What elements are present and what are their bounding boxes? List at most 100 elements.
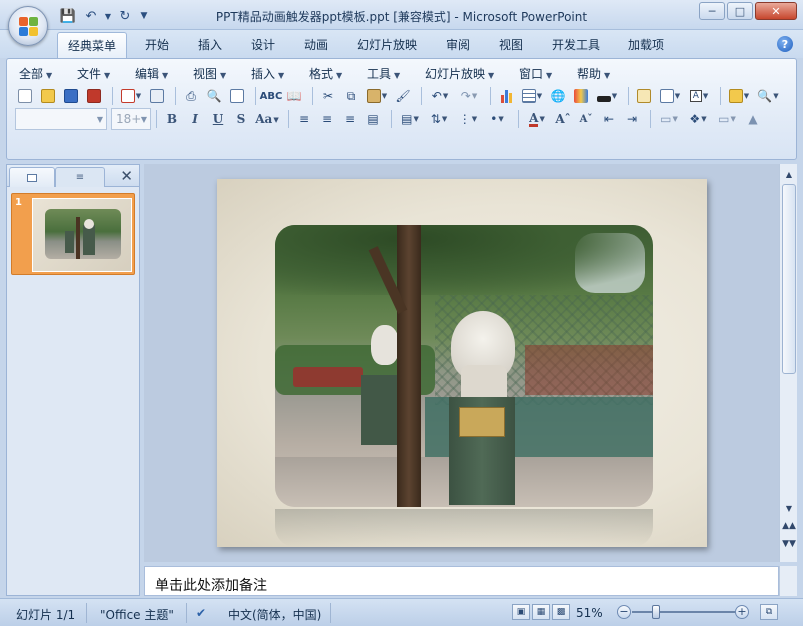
save-icon[interactable] [61,86,81,106]
publish-icon[interactable]: ▼ [118,86,144,106]
print-preview-icon[interactable]: 🔍 [204,86,224,106]
shapes-icon[interactable]: ▭ ▼ [656,109,682,129]
theme-name[interactable]: "Office 主题" [100,606,174,623]
scroll-up-icon[interactable]: ▲ [781,166,797,182]
new-slide-icon[interactable] [634,86,654,106]
tab-home[interactable]: 开始 [145,36,169,53]
zoom-level[interactable]: 51% [576,606,603,620]
font-size-combo[interactable]: 18+ ▼ [111,108,151,130]
copy-icon[interactable]: ⧉ [341,86,361,106]
color-grayscale-icon[interactable] [571,86,591,106]
vertical-scrollbar[interactable]: ▲ ▼ ▲▲ ▼▼ [779,164,797,562]
new-icon[interactable] [15,86,35,106]
text-direction-icon[interactable]: ⇅ ▼ [426,109,452,129]
language-indicator[interactable]: 中文(简体，中国) [228,606,321,623]
email-icon[interactable] [147,86,167,106]
columns-icon[interactable]: ▤ ▼ [397,109,423,129]
menu-tools[interactable]: 工具 ▼ [367,65,400,82]
menu-window[interactable]: 窗口 ▼ [519,65,552,82]
open-icon[interactable] [38,86,58,106]
shadow-icon[interactable]: S [231,109,251,129]
zoom-slider-thumb[interactable] [651,605,660,619]
tab-view[interactable]: 视图 [499,36,523,53]
tab-developer[interactable]: 开发工具 [552,36,600,53]
undo-icon[interactable]: ↶ ▼ [427,86,453,106]
redo-icon[interactable]: ↷ ▼ [456,86,482,106]
zoom-in-icon[interactable]: + [735,605,749,619]
slide-show-view-icon[interactable]: ▩ [552,604,570,620]
zoom-slider[interactable] [632,611,736,613]
change-case-icon[interactable]: Aa ▼ [254,109,280,129]
hyperlink-icon[interactable]: 🌐 [548,86,568,106]
decrease-indent-icon[interactable]: ⇤ [599,109,619,129]
text-box-icon[interactable]: A ▼ [686,86,712,106]
spell-check-icon[interactable]: ✔ [196,606,206,620]
research-icon[interactable]: 📖 [284,86,304,106]
shape-fill-icon[interactable]: ▲ [743,109,763,129]
align-center-icon[interactable]: ≡ [317,109,337,129]
tab-insert[interactable]: 插入 [198,36,222,53]
folder-icon[interactable]: ▼ [726,86,752,106]
shape-style-icon[interactable]: ▭ ▼ [714,109,740,129]
slide-view-icon[interactable] [227,86,247,106]
align-left-icon[interactable]: ≡ [294,109,314,129]
print-icon[interactable]: ⎙ [181,86,201,106]
next-slide-icon[interactable]: ▼▼ [781,536,797,552]
increase-indent-icon[interactable]: ⇥ [622,109,642,129]
insert-chart-icon[interactable] [496,86,516,106]
fill-color-icon[interactable]: ▼ [594,86,620,106]
justify-icon[interactable]: ▤ [363,109,383,129]
maximize-button[interactable]: □ [727,2,753,20]
tab-classic-menu[interactable]: 经典菜单 [57,32,128,58]
layout-icon[interactable]: ▼ [657,86,683,106]
menu-all[interactable]: 全部 ▼ [19,65,52,82]
menu-edit[interactable]: 编辑 ▼ [135,65,168,82]
tab-slide-show[interactable]: 幻灯片放映 [357,36,417,53]
fit-to-window-icon[interactable]: ⧉ [760,604,778,620]
decrease-font-icon[interactable]: Aˇ [576,109,596,129]
minimize-button[interactable]: ─ [699,2,725,20]
font-color-icon[interactable]: A ▼ [524,109,550,129]
notes-pane[interactable]: 单击此处添加备注 [144,566,779,596]
permission-icon[interactable] [84,86,104,106]
cut-icon[interactable]: ✂ [318,86,338,106]
bold-icon[interactable]: B [162,109,182,129]
zoom-icon[interactable]: 🔍 ▼ [755,86,781,106]
menu-file[interactable]: 文件 ▼ [77,65,110,82]
normal-view-icon[interactable]: ▣ [512,604,530,620]
increase-font-icon[interactable]: Aˆ [553,109,573,129]
menu-format[interactable]: 格式 ▼ [309,65,342,82]
slide-sorter-view-icon[interactable]: ▦ [532,604,550,620]
paste-icon[interactable]: ▼ [364,86,390,106]
italic-icon[interactable]: I [185,109,205,129]
menu-help[interactable]: 帮助 ▼ [577,65,610,82]
underline-icon[interactable]: U [208,109,228,129]
tab-animations[interactable]: 动画 [304,36,328,53]
zoom-out-icon[interactable]: − [617,605,631,619]
tab-review[interactable]: 审阅 [446,36,470,53]
close-pane-icon[interactable]: ✕ [120,167,133,185]
menu-insert[interactable]: 插入 ▼ [251,65,284,82]
scroll-down-icon[interactable]: ▼ [781,500,797,516]
outline-tab[interactable]: ≡ [55,167,105,187]
slide-canvas[interactable] [217,179,707,547]
format-painter-icon[interactable]: 🖌 [393,86,413,106]
tab-add-ins[interactable]: 加载项 [628,36,664,53]
help-icon[interactable]: ? [777,36,793,52]
previous-slide-icon[interactable]: ▲▲ [781,518,797,534]
tab-design[interactable]: 设计 [251,36,275,53]
arrange-icon[interactable]: ❖ ▼ [685,109,711,129]
numbering-icon[interactable]: ⋮ ▼ [455,109,481,129]
notes-scrollbar[interactable] [779,566,797,596]
spelling-icon[interactable]: ABC [260,86,283,106]
slides-tab[interactable] [9,167,55,187]
slide-thumbnail-1[interactable]: 1 [11,193,135,275]
slide-photo[interactable] [275,225,653,507]
office-button[interactable] [8,6,48,46]
align-right-icon[interactable]: ≡ [340,109,360,129]
close-button[interactable]: ✕ [755,2,797,20]
insert-table-icon[interactable]: ▼ [519,86,545,106]
menu-view[interactable]: 视图 ▼ [193,65,226,82]
scroll-thumb[interactable] [782,184,796,374]
bullets-icon[interactable]: • ▼ [484,109,510,129]
